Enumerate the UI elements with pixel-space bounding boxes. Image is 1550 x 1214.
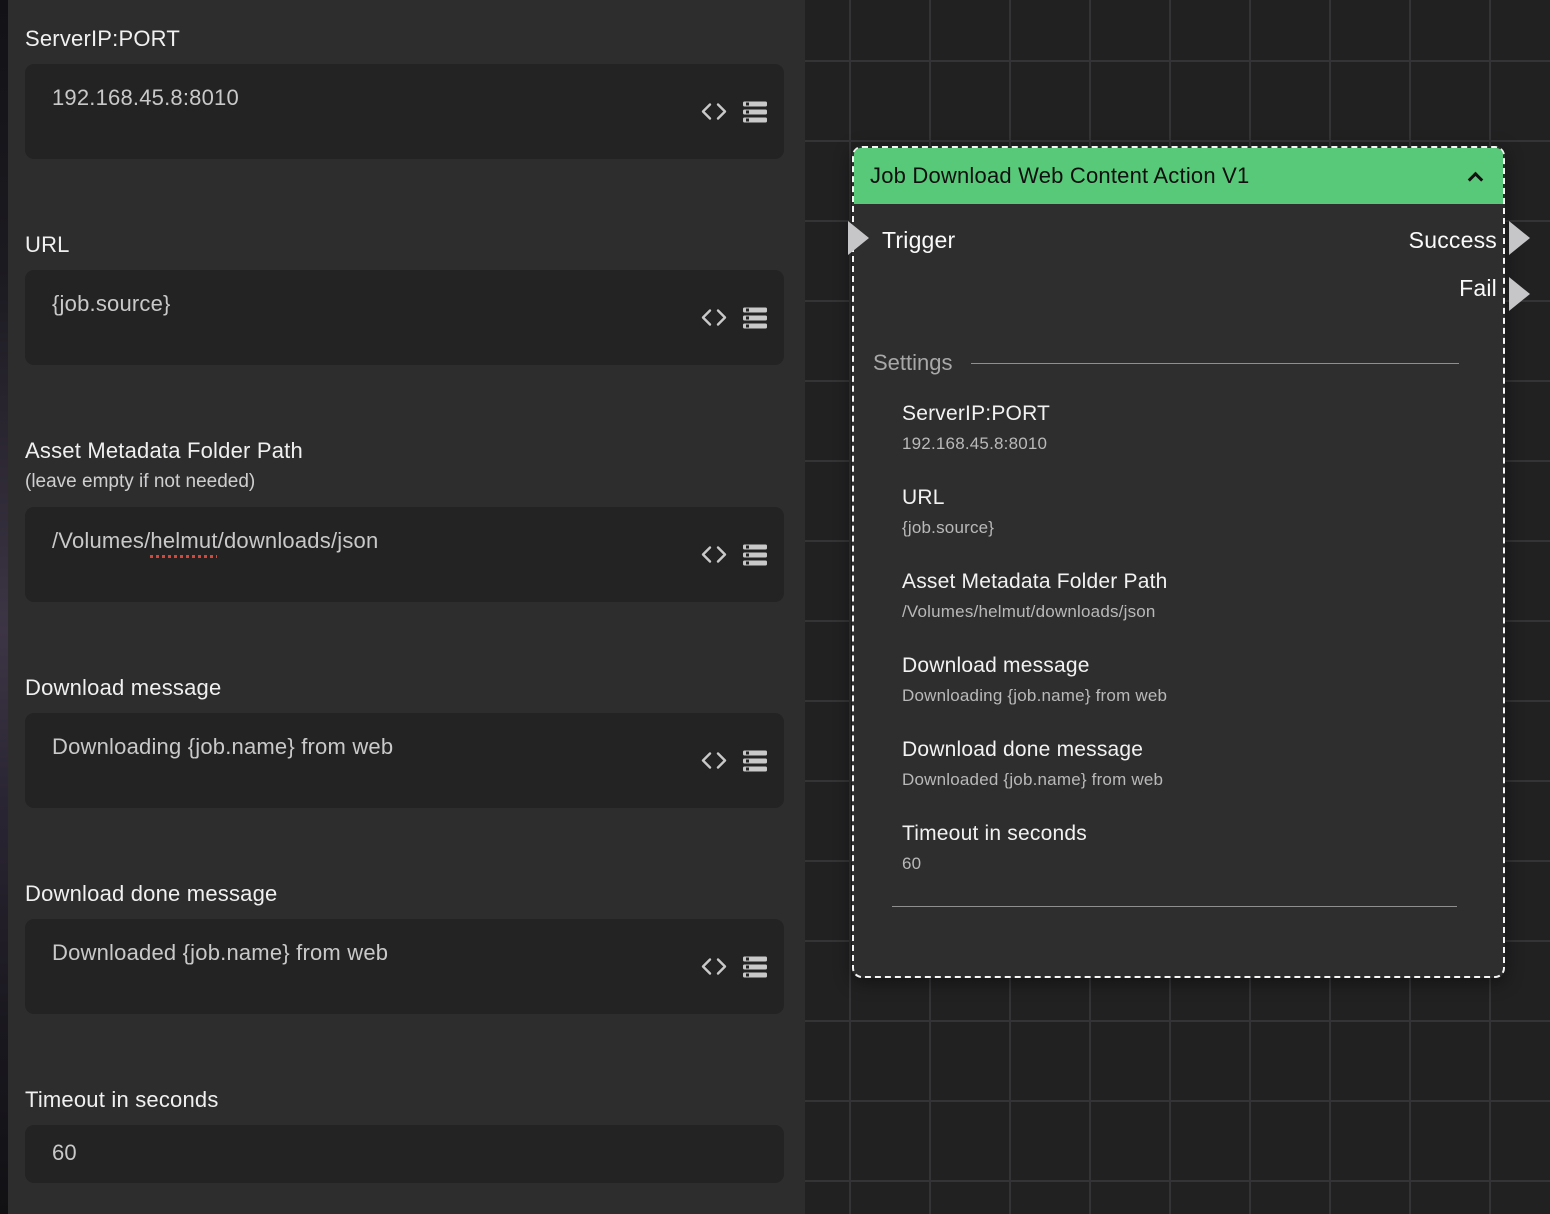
node-title: Job Download Web Content Action V1 [870, 163, 1249, 189]
asset-metadata-path-input[interactable]: /Volumes/helmut/downloads/json [25, 507, 784, 602]
download-message-input[interactable]: Downloading {job.name} from web [25, 713, 784, 808]
input-value: Downloaded {job.name} from web [52, 940, 388, 965]
field-server-ip: ServerIP:PORT 192.168.45.8:8010 [25, 26, 784, 159]
node-header[interactable]: Job Download Web Content Action V1 [854, 148, 1503, 204]
download-done-message-input[interactable]: Downloaded {job.name} from web [25, 919, 784, 1014]
settings-section-header: Settings [873, 350, 1459, 376]
settings-section-title: Settings [873, 350, 953, 376]
node-job-download-web-content[interactable]: Job Download Web Content Action V1 Trigg… [852, 146, 1505, 978]
misspelled-word: helmut [150, 528, 217, 553]
timeout-input[interactable]: 60 [25, 1125, 784, 1183]
input-value: /Volumes/helmut/downloads/json [52, 528, 378, 553]
field-label: Asset Metadata Folder Path [25, 438, 784, 464]
node-bottom-divider [892, 906, 1457, 907]
field-label: Download message [25, 675, 784, 701]
variable-list-icon[interactable] [743, 750, 767, 771]
variable-list-icon[interactable] [743, 544, 767, 565]
input-value: Downloading {job.name} from web [52, 734, 393, 759]
field-download-message: Download message Downloading {job.name} … [25, 675, 784, 808]
field-url: URL {job.source} [25, 232, 784, 365]
field-asset-metadata-path: Asset Metadata Folder Path (leave empty … [25, 438, 784, 602]
node-ports: Trigger Success Fail [854, 204, 1503, 314]
setting-download-message: Download message Downloading {job.name} … [902, 654, 1463, 706]
input-value: 192.168.45.8:8010 [52, 85, 239, 110]
field-timeout: Timeout in seconds 60 [25, 1087, 784, 1183]
success-port-arrow[interactable] [1509, 221, 1530, 255]
field-label: ServerIP:PORT [25, 26, 784, 52]
field-download-done-message: Download done message Downloaded {job.na… [25, 881, 784, 1014]
variable-list-icon[interactable] [743, 307, 767, 328]
trigger-port-label[interactable]: Trigger [882, 227, 955, 254]
url-input[interactable]: {job.source} [25, 270, 784, 365]
setting-asset-metadata-path: Asset Metadata Folder Path /Volumes/helm… [902, 570, 1463, 622]
variable-list-icon[interactable] [743, 956, 767, 977]
field-label: Timeout in seconds [25, 1087, 784, 1113]
variable-list-icon[interactable] [743, 101, 767, 122]
fail-port-label[interactable]: Fail [1459, 275, 1497, 302]
trigger-port-arrow[interactable] [848, 221, 869, 255]
success-port-label[interactable]: Success [1409, 227, 1497, 254]
settings-divider-line [971, 363, 1460, 364]
field-label: URL [25, 232, 784, 258]
settings-panel: ServerIP:PORT 192.168.45.8:8010 URL {job… [0, 0, 805, 1214]
setting-server-ip: ServerIP:PORT 192.168.45.8:8010 [902, 402, 1463, 454]
input-value: 60 [52, 1140, 77, 1165]
setting-download-done-message: Download done message Downloaded {job.na… [902, 738, 1463, 790]
server-ip-input[interactable]: 192.168.45.8:8010 [25, 64, 784, 159]
code-icon[interactable] [700, 751, 728, 771]
fail-port-arrow[interactable] [1509, 277, 1530, 311]
setting-timeout: Timeout in seconds 60 [902, 822, 1463, 874]
field-label: Download done message [25, 881, 784, 907]
code-icon[interactable] [700, 545, 728, 565]
field-sublabel: (leave empty if not needed) [25, 471, 784, 493]
background-edge-strip [0, 0, 8, 1214]
input-value: {job.source} [52, 291, 171, 316]
code-icon[interactable] [700, 308, 728, 328]
node-settings-list: ServerIP:PORT 192.168.45.8:8010 URL {job… [902, 402, 1463, 874]
chevron-up-icon[interactable] [1468, 171, 1484, 187]
code-icon[interactable] [700, 102, 728, 122]
setting-url: URL {job.source} [902, 486, 1463, 538]
node-graph-canvas[interactable]: Job Download Web Content Action V1 Trigg… [805, 0, 1550, 1214]
code-icon[interactable] [700, 957, 728, 977]
